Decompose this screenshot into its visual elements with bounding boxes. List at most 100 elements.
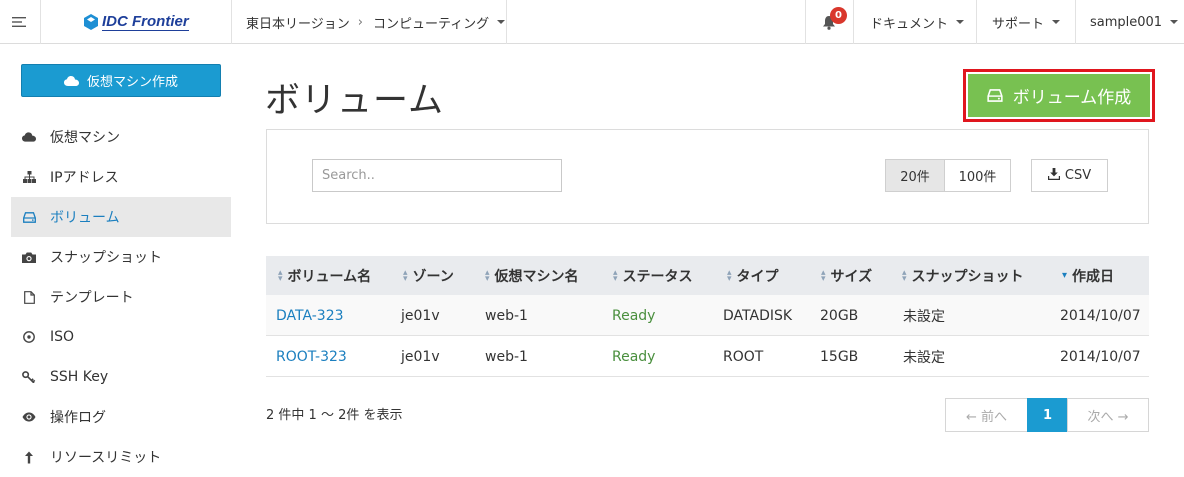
column-header-zone[interactable]: ▴ ▾ ゾーン [403,256,454,295]
hdd-icon [987,89,1003,102]
vm-cell: web-1 [485,307,528,324]
pagination-page-1[interactable]: 1 [1027,398,1068,432]
user-label: sample001 [1090,14,1163,30]
user-menu[interactable]: sample001 [1090,0,1179,44]
notifications-button[interactable]: 0 [805,0,853,44]
column-header-name[interactable]: ▴ ▾ ボリューム名 [278,256,371,295]
pagination-next-button[interactable]: 次へ → [1067,398,1149,432]
breadcrumb-separator: › [357,14,363,30]
sidebar-item-label: ISO [50,329,75,345]
volume-name-link[interactable]: ROOT-323 [276,336,347,377]
documents-label: ドキュメント [870,16,949,32]
sidebar-item-resource-limit[interactable]: リソースリミット [11,437,231,477]
hamburger-icon [12,17,26,27]
sidebar-item-volume[interactable]: ボリューム [11,197,231,237]
column-label: 作成日 [1072,268,1115,285]
key-icon [22,371,36,383]
sort-icon: ▴ ▾ [403,267,408,284]
logo-text: IDC Frontier [102,12,189,31]
cloud-icon [63,75,79,86]
cloud-icon [22,132,36,142]
create-volume-button[interactable]: ボリューム作成 [968,74,1150,117]
support-menu[interactable]: サポート [992,0,1061,44]
sidebar-item-label: 仮想マシン [50,130,120,146]
download-icon [1047,167,1061,184]
status-cell: Ready [612,348,656,365]
sitemap-icon [22,171,36,183]
breadcrumb-service[interactable]: コンピューティング [373,13,489,32]
sidebar-item-template[interactable]: テンプレート [11,277,231,317]
sidebar-item-ip[interactable]: IPアドレス [11,157,231,197]
column-header-vm[interactable]: ▴ ▾ 仮想マシン名 [485,256,579,295]
sort-icon: ▴ ▾ [278,267,283,284]
create-vm-label: 仮想マシン作成 [86,75,178,90]
sidebar-item-label: スナップショット [50,250,162,266]
sort-icon: ▴ ▾ [485,267,490,284]
sort-icon: ▴ ▾ [902,267,907,284]
sidebar-item-label: リソースリミット [50,450,162,466]
column-header-type[interactable]: ▴ ▾ タイプ [727,256,779,295]
camera-icon [22,252,36,263]
sort-icon: ▴ ▾ [613,267,618,284]
snapshot-cell: 未設定 [903,349,945,366]
breadcrumb: 東日本リージョン › コンピューティング [246,0,506,44]
sidebar-item-vm[interactable]: 仮想マシン [11,117,231,157]
column-label: ステータス [622,268,693,285]
result-count-text: 2 件中 1 ～ 2件 を表示 [266,408,403,423]
csv-label: CSV [1064,168,1092,183]
sidebar: 仮想マシン作成 仮想マシン IPアドレス ボリューム スナップショット テンプレ… [0,45,231,472]
size-cell: 20GB [820,307,859,324]
status-cell: Ready [612,307,656,324]
table-header: ▴ ▾ ボリューム名 ▴ ▾ ゾーン ▴ ▾ 仮想マシン名 ▴ ▾ ステータス ▴ ▾ タイプ ▴ ▾… [266,256,1149,295]
sidebar-item-label: IPアドレス [50,170,119,186]
create-vm-button[interactable]: 仮想マシン作成 [21,64,221,97]
page-size-20-button[interactable]: 20件 [885,159,945,192]
column-label: 仮想マシン名 [494,268,579,285]
chevron-down-icon [956,20,965,24]
breadcrumb-region[interactable]: 東日本リージョン [246,13,350,32]
table-row: DATA-323 je01v web-1 Ready DATADISK 20GB… [266,295,1149,336]
page-title: ボリューム [265,81,444,121]
sidebar-item-iso[interactable]: ISO [11,317,231,357]
type-cell: DATADISK [723,307,793,324]
column-label: サイズ [830,268,873,285]
arrow-up-icon [22,451,36,464]
vm-cell: web-1 [485,348,528,365]
column-header-created[interactable]: ▾ 作成日 [1062,256,1114,295]
size-cell: 15GB [820,348,859,365]
eye-icon [22,412,36,422]
column-label: タイプ [736,268,779,285]
search-input[interactable] [312,159,562,192]
created-cell: 2014/10/07 [1060,307,1141,324]
chevron-down-icon [1170,20,1179,24]
column-header-snapshot[interactable]: ▴ ▾ スナップショット [902,256,1024,295]
support-label: サポート [992,16,1045,32]
column-header-status[interactable]: ▴ ▾ ステータス [613,256,693,295]
notification-count-badge: 0 [830,7,847,24]
brand-logo[interactable]: IDC Frontier [84,0,194,44]
zone-cell: je01v [401,307,440,324]
type-cell: ROOT [723,348,764,365]
page-size-100-button[interactable]: 100件 [944,159,1011,192]
volume-name-link[interactable]: DATA-323 [276,295,344,336]
menu-toggle-button[interactable] [0,0,40,44]
zone-cell: je01v [401,348,440,365]
volume-table: ▴ ▾ ボリューム名 ▴ ▾ ゾーン ▴ ▾ 仮想マシン名 ▴ ▾ ステータス ▴ ▾ タイプ ▴ ▾… [266,256,1149,377]
column-header-size[interactable]: ▴ ▾ サイズ [821,256,872,295]
sidebar-item-label: ボリューム [50,210,120,226]
sidebar-item-label: 操作ログ [50,410,106,426]
column-label: ゾーン [412,268,454,285]
column-label: スナップショット [911,268,1024,285]
csv-download-button[interactable]: CSV [1031,159,1108,192]
file-icon [22,290,36,304]
created-cell: 2014/10/07 [1060,348,1141,365]
chevron-down-icon [1052,20,1061,24]
sidebar-item-ssh-key[interactable]: SSH Key [11,357,231,397]
sidebar-item-operation-log[interactable]: 操作ログ [11,397,231,437]
pagination-prev-button[interactable]: ← 前へ [945,398,1028,432]
sidebar-item-snapshot[interactable]: スナップショット [11,237,231,277]
documents-menu[interactable]: ドキュメント [870,0,965,44]
chevron-down-icon[interactable] [497,20,506,24]
sort-icon: ▴ ▾ [727,267,732,284]
disc-icon [22,331,36,343]
